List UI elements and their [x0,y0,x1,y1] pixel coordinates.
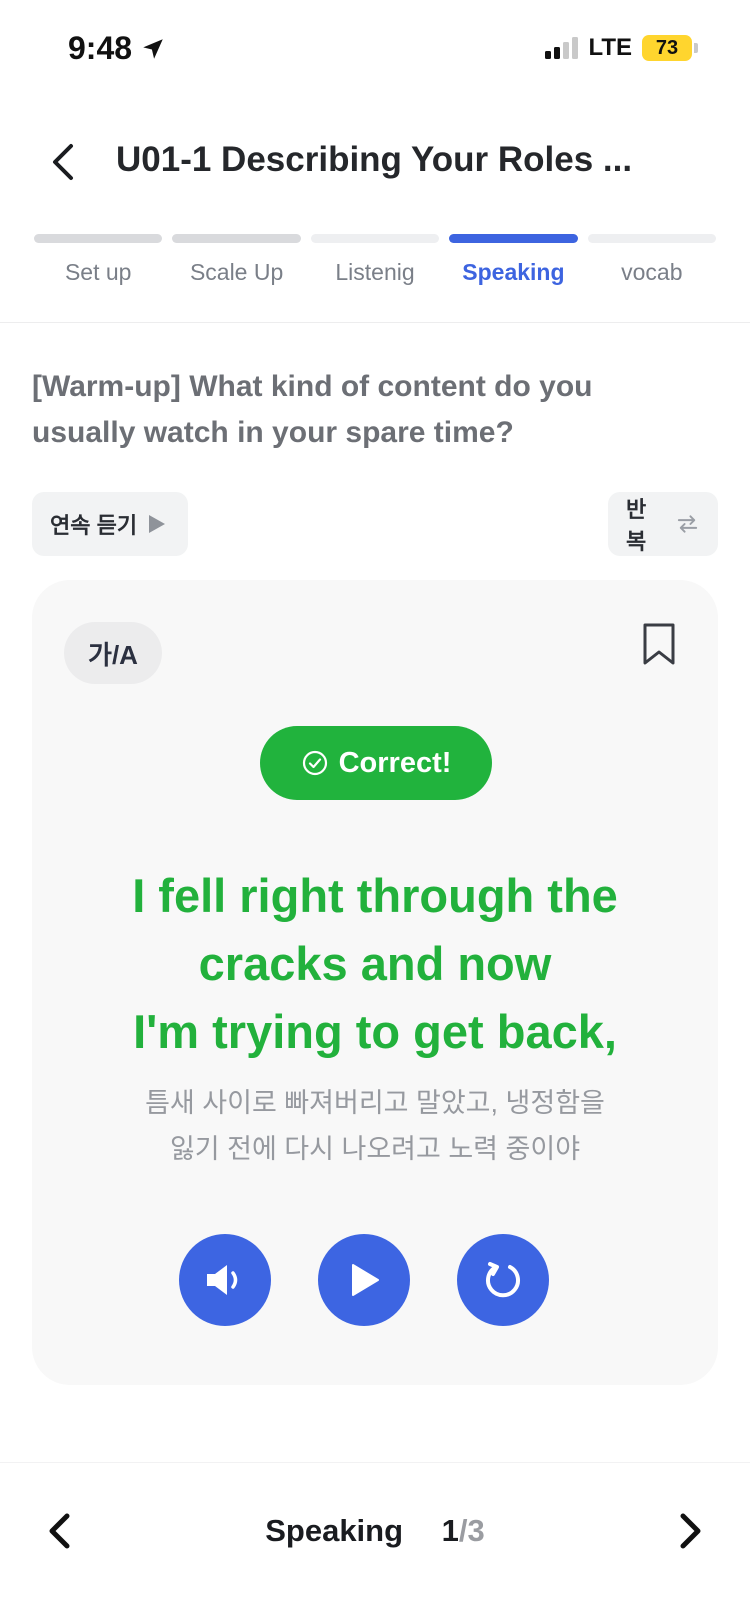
play-button[interactable] [318,1234,410,1326]
tab-label: Scale Up [189,259,284,285]
status-bar: 9:48 LTE 73 [0,0,750,100]
tab-progress-bar [172,234,301,243]
translation-line: 잃기 전에 다시 나오려고 노력 중이야 [169,1134,581,1164]
correct-badge: Correct! [260,726,492,800]
sentence-line: I fell right through the [132,869,618,922]
tab-label: Set up [64,259,132,285]
tab-speaking[interactable]: Speaking [449,234,578,294]
korean-translation: 틈새 사이로 빠져버리고 말았고, 냉정함을 잃기 전에 다시 나오려고 노력 … [92,1080,658,1172]
section-indicator: Speaking 1/3 [0,1513,750,1549]
tab-vocab[interactable]: vocab [587,234,717,294]
status-time: 9:48 [68,30,166,67]
current-page: 1 [441,1513,459,1548]
sentence-line: I'm trying to get back, [133,1005,617,1058]
language-toggle-button[interactable]: 가/A [64,622,162,684]
status-indicators: LTE 73 [545,34,698,62]
speaker-icon [207,1265,238,1295]
back-button[interactable] [40,138,88,186]
tab-progress-bar [449,234,578,243]
cellular-signal-icon [545,37,579,59]
refresh-icon [486,1262,520,1298]
location-arrow-icon [143,38,163,59]
tab-label: vocab [621,259,683,285]
tab-progress-bar [34,234,163,243]
sentence-card: 가/A Correct! I fell right through the cr… [32,580,718,1385]
divider [0,322,750,323]
translation-line: 틈새 사이로 빠져버리고 말았고, 냉정함을 [145,1088,605,1118]
correct-label: Correct! [338,746,452,779]
header: U01-1 Describing Your Roles ... [0,120,750,204]
clock-text: 9:48 [68,30,133,66]
sentence-line: cracks and now [198,937,552,990]
speaker-button[interactable] [179,1234,271,1326]
retry-button[interactable] [457,1234,549,1326]
battery-icon: 73 [642,35,698,61]
check-circle-icon [302,750,327,776]
bookmark-icon[interactable] [640,622,678,666]
repeat-label: 반복 [626,497,647,554]
continuous-listen-button[interactable]: 연속 듣기 [32,492,188,556]
repeat-icon [677,515,698,533]
bottom-navigation: Speaking 1/3 [0,1462,750,1624]
next-button[interactable] [662,1503,718,1559]
tab-progress-bar [310,234,440,243]
network-type: LTE [588,34,632,61]
total-pages: /3 [458,1513,485,1548]
section-name: Speaking [265,1513,404,1548]
play-icon [352,1264,379,1296]
tab-listening[interactable]: Listenig [310,234,440,294]
page-title: U01-1 Describing Your Roles ... [116,140,633,179]
chevron-right-icon [680,1513,701,1549]
tab-label: Speaking [462,259,565,285]
play-triangle-icon [149,515,166,533]
chevron-left-icon [53,144,73,180]
tab-scale-up[interactable]: Scale Up [172,234,301,294]
step-tabs: Set up Scale Up Listenig Speaking vocab [34,234,717,294]
tab-progress-bar [587,234,717,243]
page-counter: 1/3 [442,1513,485,1548]
repeat-button[interactable]: 반복 [608,492,718,556]
tab-label: Listenig [335,259,415,285]
continuous-listen-label: 연속 듣기 [50,513,138,538]
battery-level: 73 [642,35,692,61]
question-text: [Warm-up] What kind of content do you us… [32,370,593,449]
english-sentence: I fell right through the cracks and now … [72,862,678,1066]
tab-set-up[interactable]: Set up [34,234,163,294]
speaking-lesson-screen: 9:48 LTE 73 U01-1 Describing Your Roles … [0,0,750,1624]
